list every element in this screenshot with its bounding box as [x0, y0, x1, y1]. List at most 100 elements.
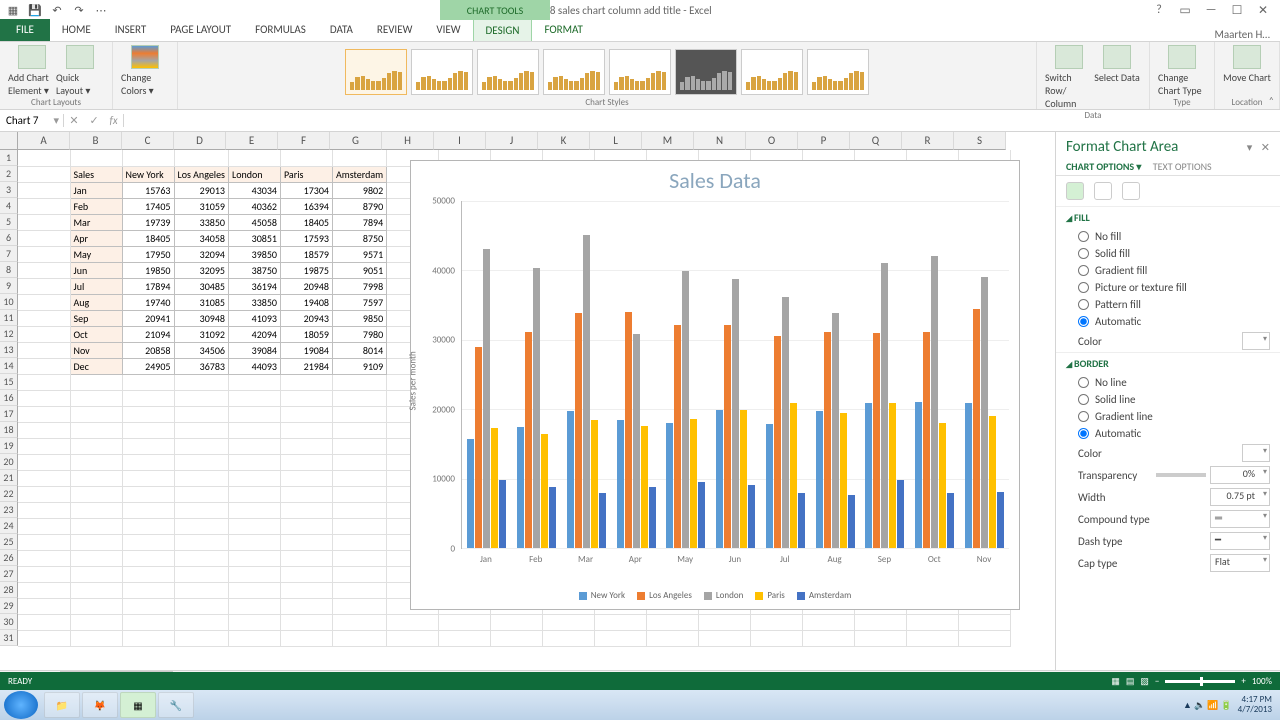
- cell[interactable]: [174, 390, 228, 406]
- cell[interactable]: [18, 182, 70, 198]
- bar-group[interactable]: [711, 201, 761, 548]
- chart-style-thumb-1[interactable]: [345, 49, 407, 95]
- cell[interactable]: 36194: [228, 278, 280, 294]
- cell[interactable]: [228, 374, 280, 390]
- cell[interactable]: 7998: [332, 278, 386, 294]
- cell[interactable]: [280, 422, 332, 438]
- bar[interactable]: [649, 487, 656, 548]
- column-header[interactable]: J: [486, 132, 538, 150]
- cell[interactable]: [18, 422, 70, 438]
- gradient-fill-radio[interactable]: [1078, 265, 1089, 276]
- cell[interactable]: [280, 582, 332, 598]
- transparency-slider[interactable]: [1156, 473, 1206, 477]
- row-header[interactable]: 9: [0, 278, 18, 294]
- collapse-ribbon-icon[interactable]: ˄: [1269, 94, 1274, 107]
- bar[interactable]: [499, 480, 506, 548]
- cell[interactable]: [122, 598, 174, 614]
- cell[interactable]: [70, 406, 122, 422]
- text-options-tab[interactable]: TEXT OPTIONS: [1153, 160, 1212, 173]
- cell[interactable]: 19850: [122, 262, 174, 278]
- cell[interactable]: [18, 374, 70, 390]
- cell[interactable]: [228, 518, 280, 534]
- row-header[interactable]: 30: [0, 614, 18, 630]
- system-clock[interactable]: 4:17 PM4/7/2013: [1238, 695, 1272, 715]
- legend-item[interactable]: Los Angeles: [637, 590, 692, 601]
- bar[interactable]: [774, 336, 781, 548]
- tray-icons[interactable]: ▲ 🔈 📶 🔋: [1183, 700, 1232, 711]
- cell[interactable]: 18059: [280, 326, 332, 342]
- row-header[interactable]: 8: [0, 262, 18, 278]
- cell[interactable]: 40362: [228, 198, 280, 214]
- cell[interactable]: [803, 630, 855, 646]
- cell[interactable]: [70, 454, 122, 470]
- cell[interactable]: 43034: [228, 182, 280, 198]
- tab-view[interactable]: VIEW: [424, 19, 472, 41]
- bar[interactable]: [973, 309, 980, 548]
- cell[interactable]: [18, 150, 70, 166]
- bar[interactable]: [840, 413, 847, 548]
- cell[interactable]: [332, 550, 386, 566]
- bar[interactable]: [782, 297, 789, 548]
- bar[interactable]: [567, 411, 574, 548]
- bar-group[interactable]: [910, 201, 960, 548]
- worksheet-area[interactable]: ABCDEFGHIJKLMNOPQRS 12345678910111213141…: [0, 132, 1055, 670]
- help-icon[interactable]: ?: [1148, 3, 1170, 18]
- bar[interactable]: [923, 332, 930, 548]
- cell[interactable]: [280, 486, 332, 502]
- cell[interactable]: [907, 630, 959, 646]
- bar[interactable]: [716, 410, 723, 548]
- bar-group[interactable]: [860, 201, 910, 548]
- cap-type-select[interactable]: Flat: [1210, 554, 1270, 572]
- compound-type-select[interactable]: ═: [1210, 510, 1270, 528]
- cell[interactable]: [332, 502, 386, 518]
- cell[interactable]: Sep: [70, 310, 122, 326]
- cell[interactable]: [332, 614, 386, 630]
- row-header[interactable]: 20: [0, 454, 18, 470]
- cell[interactable]: [959, 614, 1011, 630]
- cell[interactable]: [280, 150, 332, 166]
- cell[interactable]: [122, 566, 174, 582]
- gradient-line-radio[interactable]: [1078, 411, 1089, 422]
- tab-formulas[interactable]: FORMULAS: [243, 19, 318, 41]
- cell[interactable]: [595, 614, 647, 630]
- cell[interactable]: 42094: [228, 326, 280, 342]
- bar[interactable]: [981, 277, 988, 548]
- bar[interactable]: [575, 313, 582, 548]
- cell[interactable]: 31059: [174, 198, 228, 214]
- column-header[interactable]: S: [954, 132, 1006, 150]
- tab-file[interactable]: FILE: [0, 19, 50, 41]
- close-icon[interactable]: ✕: [1252, 3, 1274, 18]
- no-fill-radio[interactable]: [1078, 231, 1089, 242]
- start-button[interactable]: [4, 691, 38, 719]
- cell[interactable]: 18579: [280, 246, 332, 262]
- cell[interactable]: [174, 582, 228, 598]
- row-header[interactable]: 27: [0, 566, 18, 582]
- column-header[interactable]: R: [902, 132, 954, 150]
- row-header[interactable]: 12: [0, 326, 18, 342]
- row-header[interactable]: 28: [0, 582, 18, 598]
- cell[interactable]: [491, 630, 543, 646]
- cell[interactable]: [959, 630, 1011, 646]
- cell[interactable]: [280, 566, 332, 582]
- cell[interactable]: 38750: [228, 262, 280, 278]
- cell[interactable]: 8750: [332, 230, 386, 246]
- cell[interactable]: 16394: [280, 198, 332, 214]
- bar[interactable]: [625, 312, 632, 548]
- plot-area[interactable]: [461, 201, 1009, 549]
- cell[interactable]: [332, 630, 386, 646]
- bar[interactable]: [533, 268, 540, 548]
- cell[interactable]: 9109: [332, 358, 386, 374]
- bar-group[interactable]: [512, 201, 562, 548]
- cell[interactable]: [332, 454, 386, 470]
- bar[interactable]: [599, 493, 606, 548]
- cell[interactable]: [122, 518, 174, 534]
- legend-item[interactable]: Amsterdam: [797, 590, 851, 601]
- cell[interactable]: [70, 550, 122, 566]
- row-header[interactable]: 18: [0, 422, 18, 438]
- row-header[interactable]: 31: [0, 630, 18, 646]
- cell[interactable]: [18, 518, 70, 534]
- row-header[interactable]: 11: [0, 310, 18, 326]
- cell[interactable]: [70, 582, 122, 598]
- dash-type-select[interactable]: ━: [1210, 532, 1270, 550]
- column-header[interactable]: C: [122, 132, 174, 150]
